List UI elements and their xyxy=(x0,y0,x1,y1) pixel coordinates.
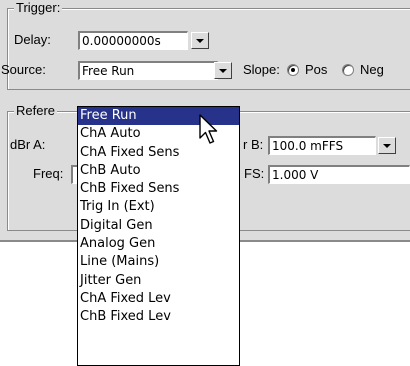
reference-legend: Refere xyxy=(14,103,58,118)
freq-label: Freq: xyxy=(33,166,64,181)
dropdown-option-cha-fixed-lev[interactable]: ChA Fixed Lev xyxy=(78,290,239,308)
dropdown-option-jitter-gen[interactable]: Jitter Gen xyxy=(78,272,239,290)
slope-neg-radio[interactable] xyxy=(342,64,354,76)
dbrb-field[interactable]: 100.0 mFFS xyxy=(268,136,376,155)
source-dropdown-button[interactable] xyxy=(214,62,232,79)
dropdown-option-chb-auto[interactable]: ChB Auto xyxy=(78,162,239,180)
vfs-field[interactable]: 1.000 V xyxy=(268,165,410,184)
chevron-down-icon xyxy=(196,39,204,43)
dropdown-option-line-mains[interactable]: Line (Mains) xyxy=(78,253,239,271)
slope-pos-label[interactable]: Pos xyxy=(305,62,327,78)
dropdown-option-analog-gen[interactable]: Analog Gen xyxy=(78,235,239,253)
dbra-label: dBr A: xyxy=(10,137,46,152)
dropdown-option-digital-gen[interactable]: Digital Gen xyxy=(78,217,239,235)
dbrb-dropdown-button[interactable] xyxy=(378,137,396,154)
dropdown-option-cha-fixed-sens[interactable]: ChA Fixed Sens xyxy=(78,144,239,162)
chevron-down-icon xyxy=(383,144,391,148)
dropdown-option-chb-fixed-lev[interactable]: ChB Fixed Lev xyxy=(78,308,239,326)
source-select[interactable]: Free Run xyxy=(78,61,218,80)
dropdown-option-chb-fixed-sens[interactable]: ChB Fixed Sens xyxy=(78,180,239,198)
mouse-pointer-icon xyxy=(199,114,218,144)
dropdown-option-trig-in-ext[interactable]: Trig In (Ext) xyxy=(78,198,239,216)
slope-neg-label[interactable]: Neg xyxy=(360,62,384,78)
delay-label: Delay: xyxy=(14,32,51,47)
chevron-down-icon xyxy=(219,69,227,73)
slope-label: Slope: xyxy=(243,62,280,77)
delay-dropdown-button[interactable] xyxy=(191,32,209,49)
trigger-legend: Trigger: xyxy=(14,0,63,15)
dbrb-label: r B: xyxy=(243,137,264,152)
radio-selected-dot xyxy=(291,68,295,72)
source-label: Source: xyxy=(1,62,46,77)
slope-pos-radio[interactable] xyxy=(287,64,299,76)
vfs-label: FS: xyxy=(244,166,265,181)
delay-field[interactable]: 0.00000000s xyxy=(78,31,188,50)
